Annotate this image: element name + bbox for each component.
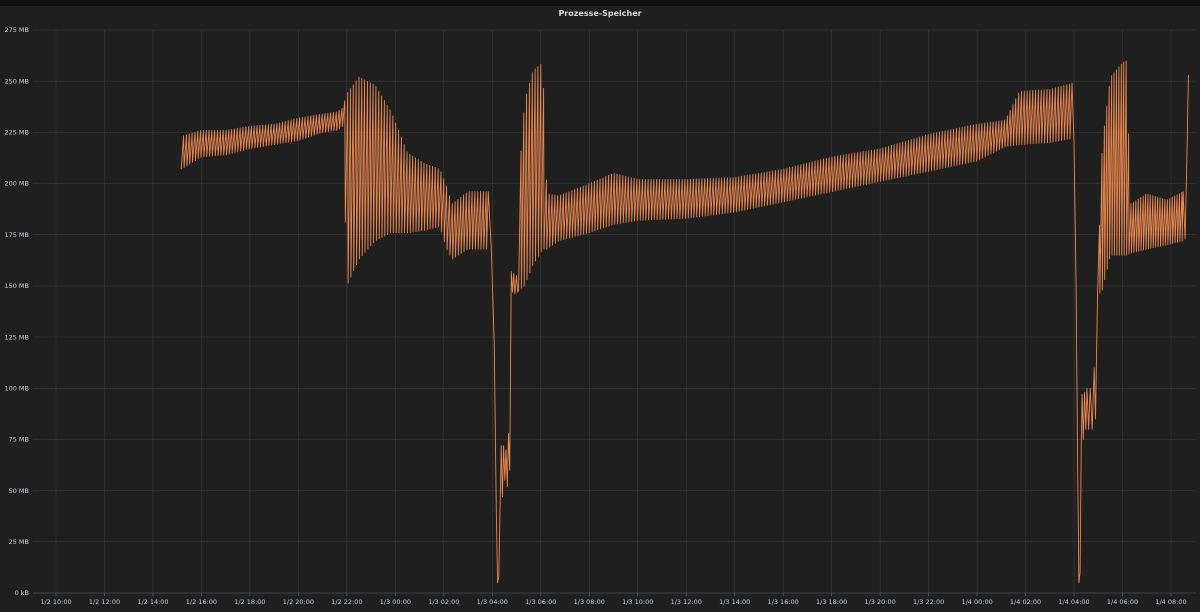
x-tick-label: 1/3 10:00 xyxy=(622,598,653,606)
x-tick-label: 1/3 00:00 xyxy=(380,598,411,606)
graph-panel: Prozesse-Speicher 0 kB 25 MB 50 MB 75 MB 100… xyxy=(0,0,1200,612)
x-axis: 1/2 10:00 1/2 12:00 1/2 14:00 1/2 16:00 1/2 … xyxy=(33,592,1196,606)
x-tick-label: 1/2 12:00 xyxy=(89,598,120,606)
y-tick-label: 175 MB xyxy=(4,231,29,239)
y-tick-label: 0 kB xyxy=(15,589,29,597)
y-axis: 0 kB 25 MB 50 MB 75 MB 100 MB 125 MB 150 MB 175… xyxy=(4,26,29,597)
x-tick-label: 1/2 10:00 xyxy=(40,598,71,606)
x-tick-label: 1/2 16:00 xyxy=(186,598,217,606)
x-tick-label: 1/3 20:00 xyxy=(864,598,895,606)
x-tick-label: 1/4 08:00 xyxy=(1155,598,1186,606)
memory-line-chart: 0 kB 25 MB 50 MB 75 MB 100 MB 125 MB 150 MB 175… xyxy=(4,26,1196,606)
y-tick-label: 75 MB xyxy=(9,436,29,444)
y-tick-label: 250 MB xyxy=(4,77,29,85)
y-tick-label: 100 MB xyxy=(4,384,29,392)
x-tick-label: 1/3 04:00 xyxy=(477,598,508,606)
x-tick-label: 1/3 22:00 xyxy=(913,598,944,606)
x-tick-label: 1/3 08:00 xyxy=(574,598,605,606)
y-tick-label: 150 MB xyxy=(4,282,29,290)
x-tick-label: 1/2 18:00 xyxy=(234,598,265,606)
y-tick-label: 275 MB xyxy=(4,26,29,34)
x-tick-label: 1/2 22:00 xyxy=(331,598,362,606)
x-tick-label: 1/3 12:00 xyxy=(671,598,702,606)
x-tick-label: 1/2 20:00 xyxy=(283,598,314,606)
x-tick-label: 1/3 16:00 xyxy=(768,598,799,606)
y-tick-label: 50 MB xyxy=(9,487,29,495)
y-tick-label: 200 MB xyxy=(4,180,29,188)
y-tick-label: 25 MB xyxy=(9,538,29,546)
y-tick-label: 225 MB xyxy=(4,129,29,137)
series-layer xyxy=(180,60,1189,584)
x-tick-label: 1/4 02:00 xyxy=(1010,598,1041,606)
x-tick-label: 1/2 14:00 xyxy=(137,598,168,606)
x-tick-label: 1/3 18:00 xyxy=(816,598,847,606)
x-tick-label: 1/3 14:00 xyxy=(719,598,750,606)
x-tick-label: 1/3 06:00 xyxy=(525,598,556,606)
x-tick-label: 1/4 06:00 xyxy=(1107,598,1138,606)
series-line-prozesse-speicher[interactable] xyxy=(180,60,1189,584)
y-tick-label: 125 MB xyxy=(4,333,29,341)
x-tick-label: 1/4 00:00 xyxy=(961,598,992,606)
x-tick-label: 1/3 02:00 xyxy=(428,598,459,606)
x-tick-label: 1/4 04:00 xyxy=(1058,598,1089,606)
